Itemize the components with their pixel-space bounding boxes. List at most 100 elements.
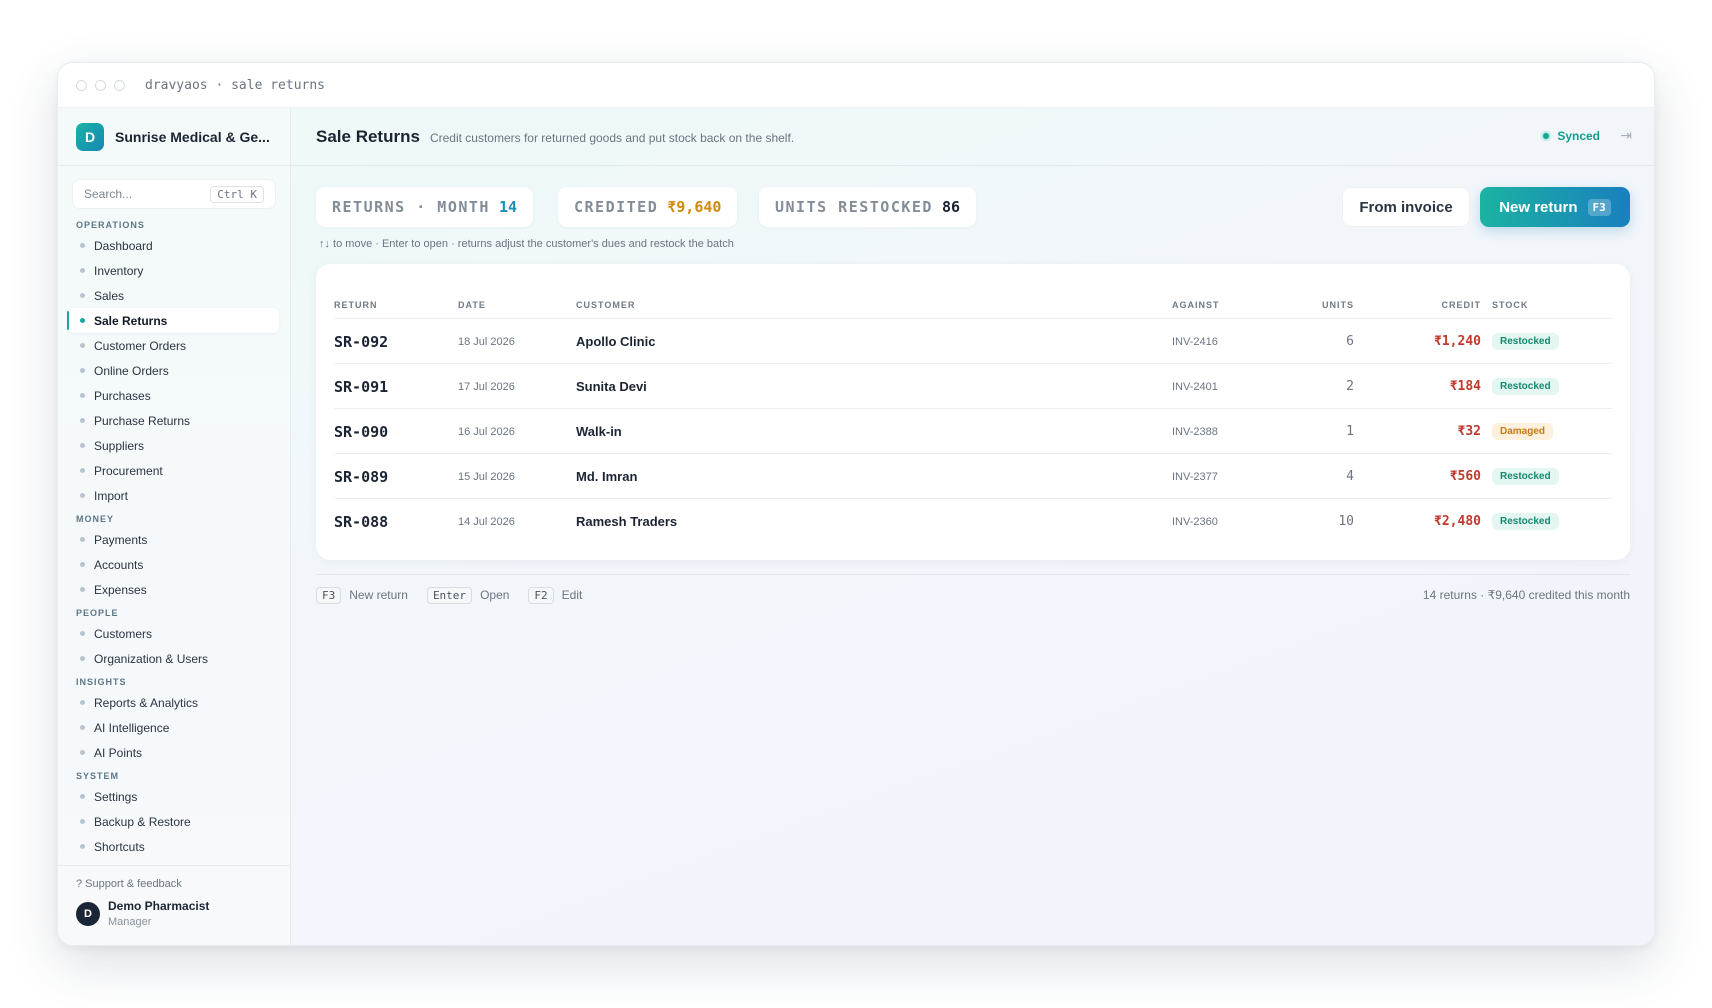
bullet-icon: [80, 393, 85, 398]
return-id: SR-089: [334, 467, 389, 486]
bullet-icon: [80, 656, 85, 661]
bullet-icon: [80, 562, 85, 567]
status-badge: Restocked: [1492, 378, 1559, 395]
support-link[interactable]: ? Support & feedback: [76, 878, 272, 890]
credit-amount: ₹32: [1457, 424, 1481, 439]
window-minimize-dot[interactable]: [95, 79, 106, 91]
sidebar-item-expenses[interactable]: Expenses: [58, 577, 279, 602]
customer-name: Apollo Clinic: [576, 334, 656, 349]
search-placeholder: Search...: [84, 187, 133, 201]
sidebar-item-purchase-returns[interactable]: Purchase Returns: [58, 408, 279, 433]
sync-dot-icon: [1541, 131, 1552, 141]
returns-table: RETURN DATE CUSTOMER AGAINST UNITS CREDI…: [316, 264, 1630, 560]
brand-name: Sunrise Medical & Ge...: [115, 128, 270, 145]
bullet-icon: [80, 587, 85, 592]
bullet-icon: [80, 468, 85, 473]
nav-section-title: MONEY: [76, 514, 115, 524]
shortcut-edit[interactable]: F2 Edit: [528, 586, 582, 604]
sidebar-item-label: Accounts: [94, 557, 144, 572]
return-id: SR-090: [334, 422, 389, 441]
shortcut-new-return[interactable]: F3 New return: [316, 586, 408, 604]
nav-section-title: PEOPLE: [76, 608, 119, 618]
sidebar-item-ai-points[interactable]: AI Points: [58, 740, 279, 765]
collapse-panel-icon[interactable]: ⇥: [1620, 127, 1632, 144]
table-row[interactable]: SR-092 18 Jul 2026 Apollo Clinic INV-2416 6 ₹…: [334, 319, 1612, 364]
units-count: 1: [1346, 424, 1354, 439]
sidebar-item-reports-analytics[interactable]: Reports & Analytics: [58, 690, 279, 715]
shortcut-open[interactable]: Enter Open: [426, 586, 509, 604]
from-invoice-button[interactable]: From invoice: [1342, 187, 1470, 227]
sidebar-item-sales[interactable]: Sales: [58, 283, 279, 308]
window-maximize-dot[interactable]: [114, 79, 125, 91]
col-customer[interactable]: CUSTOMER: [576, 300, 635, 310]
col-stock[interactable]: STOCK: [1492, 300, 1528, 310]
return-id: SR-092: [334, 332, 389, 351]
table-row[interactable]: SR-088 14 Jul 2026 Ramesh Traders INV-2360 1…: [334, 499, 1612, 544]
bullet-icon: [80, 268, 85, 273]
sidebar-item-suppliers[interactable]: Suppliers: [58, 433, 279, 458]
stat-credited: CREDITED ₹9,640: [558, 187, 738, 227]
sidebar-item-procurement[interactable]: Procurement: [58, 458, 279, 483]
nav-section-title: SYSTEM: [76, 771, 120, 781]
bullet-icon: [80, 819, 85, 824]
table-row[interactable]: SR-091 17 Jul 2026 Sunita Devi INV-2401 2 ₹18…: [334, 364, 1612, 409]
sidebar-item-customer-orders[interactable]: Customer Orders: [58, 333, 279, 358]
window-close-dot[interactable]: [76, 79, 87, 91]
sidebar-item-label: Backup & Restore: [94, 814, 191, 829]
sidebar-item-label: Purchases: [94, 388, 151, 403]
table-row[interactable]: SR-089 15 Jul 2026 Md. Imran INV-2377 4 ₹560 R…: [334, 454, 1612, 499]
sidebar-item-shortcuts[interactable]: Shortcuts: [58, 834, 279, 859]
brand[interactable]: D Sunrise Medical & Ge...: [58, 108, 290, 166]
col-date[interactable]: DATE: [458, 300, 486, 310]
sidebar-item-accounts[interactable]: Accounts: [58, 552, 279, 577]
sidebar-item-backup-restore[interactable]: Backup & Restore: [58, 809, 279, 834]
bullet-icon: [80, 418, 85, 423]
invoice-ref: INV-2416: [1172, 335, 1218, 348]
sidebar-item-online-orders[interactable]: Online Orders: [58, 358, 279, 383]
sidebar-item-dashboard[interactable]: Dashboard: [58, 233, 279, 258]
sidebar-item-ai-intelligence[interactable]: AI Intelligence: [58, 715, 279, 740]
sidebar-item-label: AI Intelligence: [94, 720, 170, 735]
table-row[interactable]: SR-090 16 Jul 2026 Walk-in INV-2388 1 ₹32 Dama…: [334, 409, 1612, 454]
sidebar-item-label: Settings: [94, 789, 138, 804]
sidebar-item-label: Suppliers: [94, 438, 145, 453]
stat-value: 14: [498, 198, 518, 216]
bullet-icon: [80, 794, 85, 799]
col-credit[interactable]: CREDIT: [1442, 300, 1482, 310]
title-bar: dravyaos · sale returns: [58, 63, 1654, 108]
new-return-label: New return: [1499, 198, 1578, 216]
footer-summary: 14 returns · ₹9,640 credited this month: [1422, 588, 1630, 602]
stock-cell: Restocked: [1492, 454, 1559, 499]
sidebar-item-label: Payments: [94, 532, 148, 547]
user-profile[interactable]: D Demo Pharmacist Manager: [76, 899, 272, 928]
col-against[interactable]: AGAINST: [1172, 300, 1220, 310]
credit-amount: ₹2,480: [1434, 514, 1481, 529]
nav-section-title: INSIGHTS: [76, 677, 127, 687]
sidebar-item-purchases[interactable]: Purchases: [58, 383, 279, 408]
stat-returns-month: RETURNS · MONTH 14: [316, 187, 534, 227]
return-date: 16 Jul 2026: [458, 425, 515, 438]
sidebar-item-inventory[interactable]: Inventory: [58, 258, 279, 283]
sync-status: Synced: [1541, 129, 1600, 143]
col-return[interactable]: RETURN: [334, 300, 378, 310]
return-date: 14 Jul 2026: [458, 515, 515, 528]
sidebar-item-label: Procurement: [94, 463, 163, 478]
new-return-button[interactable]: New return F3: [1480, 187, 1630, 227]
units-count: 10: [1338, 514, 1354, 529]
avatar: D: [76, 901, 100, 926]
col-units[interactable]: UNITS: [1322, 300, 1354, 310]
sidebar-item-import[interactable]: Import: [58, 483, 279, 508]
sidebar-item-payments[interactable]: Payments: [58, 527, 279, 552]
new-return-shortcut: F3: [1587, 198, 1611, 216]
footer-bar: F3 New return Enter Open F2 Edit 14 retu…: [316, 585, 1630, 605]
search-input[interactable]: Search... Ctrl K: [72, 179, 276, 209]
stock-cell: Restocked: [1492, 319, 1559, 364]
sidebar-item-organization-users[interactable]: Organization & Users: [58, 646, 279, 671]
sidebar-item-customers[interactable]: Customers: [58, 621, 279, 646]
sidebar-item-settings[interactable]: Settings: [58, 784, 279, 809]
bullet-icon: [80, 443, 85, 448]
shortcut-key: F2: [528, 586, 554, 604]
sync-status-label: Synced: [1557, 129, 1600, 143]
credit-amount: ₹184: [1449, 379, 1481, 394]
sidebar-item-sale-returns[interactable]: Sale Returns: [67, 308, 279, 333]
